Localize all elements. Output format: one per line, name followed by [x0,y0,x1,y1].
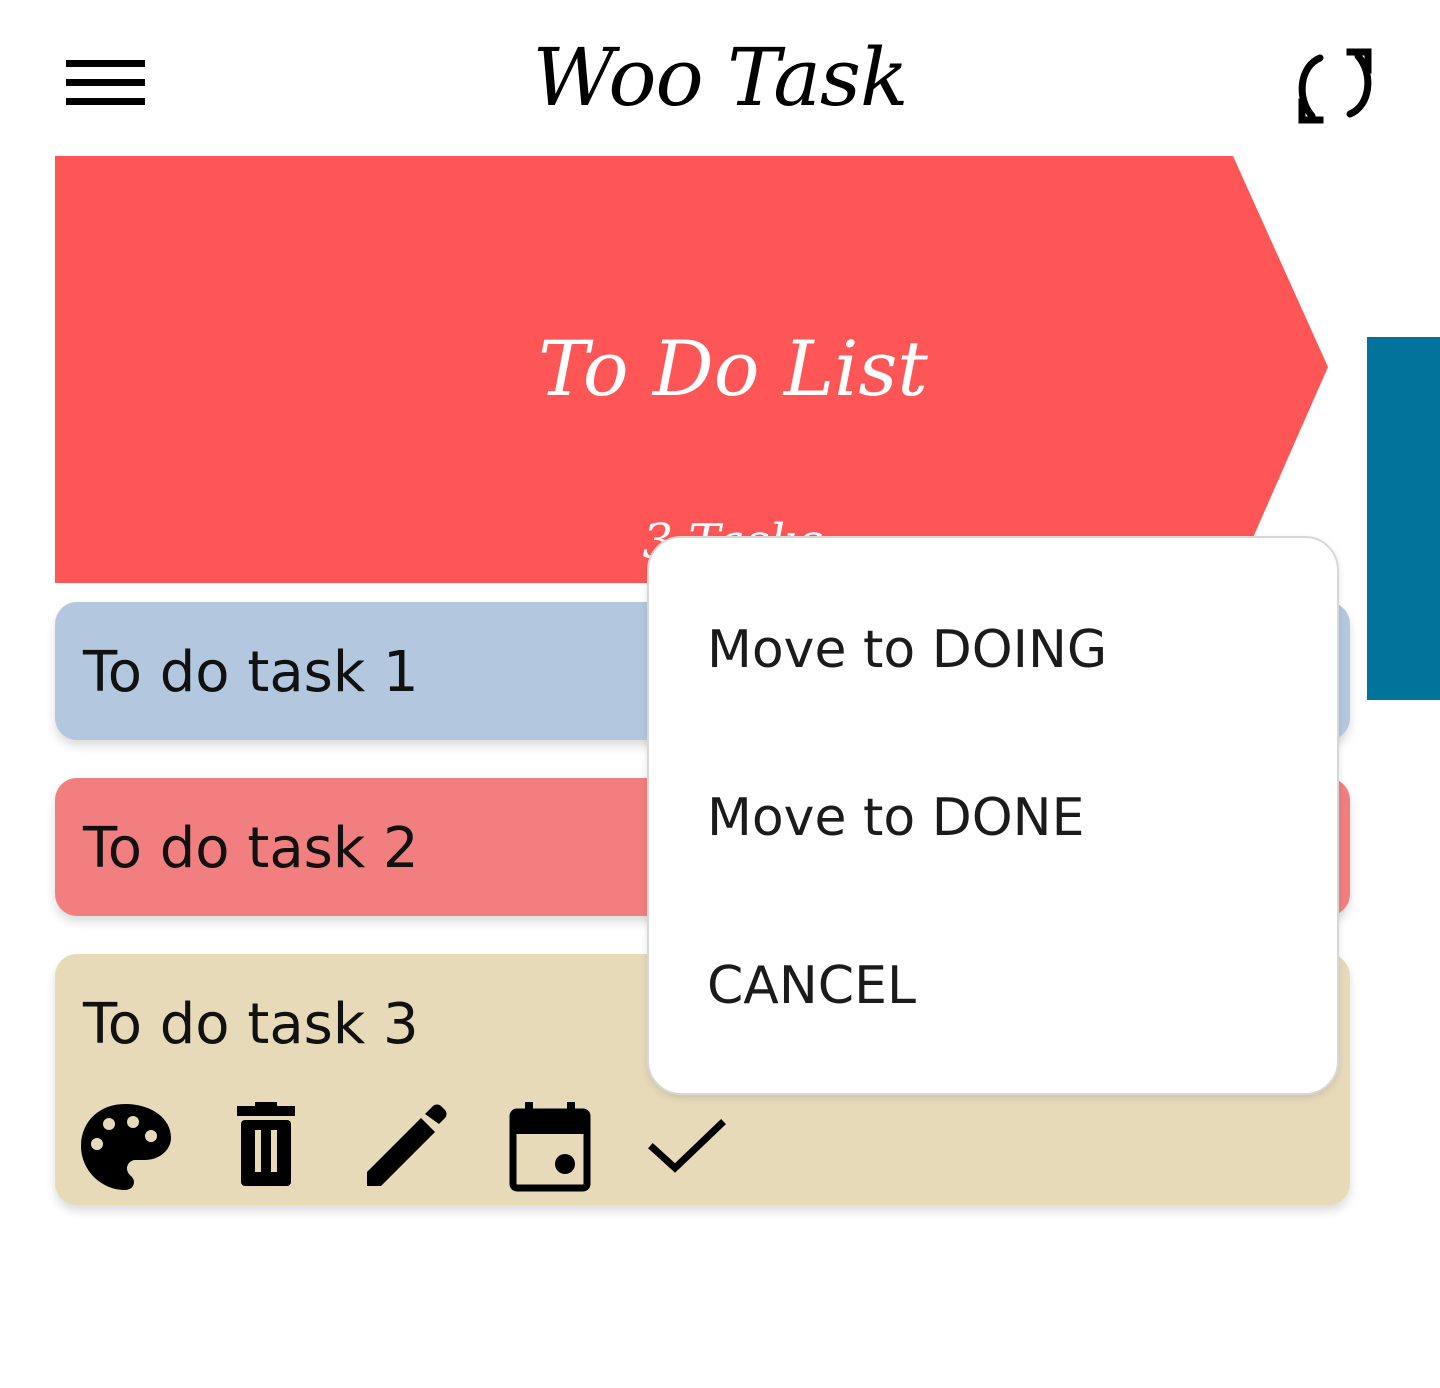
column-header-todo: To Do List 3 Tasks [55,156,1328,583]
hamburger-menu-icon[interactable] [58,48,154,124]
check-icon[interactable] [643,1102,737,1192]
task-label: To do task 3 [83,992,419,1057]
app-title: Woo Task [532,31,909,124]
move-to-doing-option[interactable]: Move to DOING [649,566,1337,734]
task-label: To do task 1 [83,640,419,705]
move-to-done-option[interactable]: Move to DONE [649,734,1337,902]
next-column-header-edge[interactable] [1367,337,1440,700]
app-bar: Woo Task [0,0,1440,156]
task-label: To do task 2 [83,816,419,881]
move-task-menu: Move to DOING Move to DONE CANCEL [647,536,1339,1095]
sync-icon[interactable] [1290,44,1380,128]
cancel-option[interactable]: CANCEL [649,902,1337,1070]
pencil-icon[interactable] [359,1102,453,1192]
trash-icon[interactable] [219,1102,313,1192]
calendar-icon[interactable] [503,1102,597,1192]
palette-icon[interactable] [79,1102,173,1192]
column-title: To Do List [538,324,928,413]
